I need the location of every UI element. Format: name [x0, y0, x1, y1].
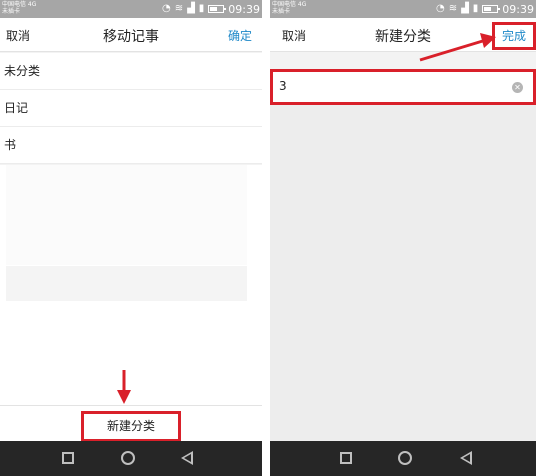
back-icon[interactable] — [181, 451, 193, 465]
signal-icon: ▟ — [187, 3, 195, 14]
bottom-action-bar: 新建分类 — [0, 405, 262, 442]
carrier-line-2: 未插卡 — [272, 8, 291, 15]
blank-area — [6, 165, 247, 265]
notification-icon: ◔ — [161, 3, 171, 14]
status-bar: 中国电信 4G 未插卡 ◔ ≋ ▟ ▮ 09:39 — [270, 0, 536, 18]
category-item-book[interactable]: 书 — [0, 127, 262, 164]
sim-icon: ▮ — [472, 3, 479, 14]
home-icon[interactable] — [398, 451, 412, 465]
header-bar: 取消 移动记事 确定 — [0, 18, 262, 52]
navigation-bar — [0, 441, 262, 476]
confirm-button[interactable]: 确定 — [228, 27, 252, 44]
carrier-line-1: 中国电信 4G — [2, 1, 37, 8]
category-item-uncategorized[interactable]: 未分类 — [0, 53, 262, 90]
back-icon[interactable] — [460, 451, 472, 465]
page-title: 移动记事 — [103, 29, 159, 45]
status-icons: ◔ ≋ ▟ ▮ 09:39 — [162, 2, 260, 16]
status-bar: 中国电信 4G 未插卡 ◔ ≋ ▟ ▮ 09:39 — [0, 0, 262, 18]
battery-icon — [208, 5, 227, 13]
notification-icon: ◔ — [435, 3, 445, 14]
category-name-input[interactable]: 3 ✕ — [270, 69, 536, 105]
right-phone-screen: 中国电信 4G 未插卡 ◔ ≋ ▟ ▮ 09:39 取消 新建分类 完成 3 ✕ — [270, 0, 536, 476]
category-item-diary[interactable]: 日记 — [0, 90, 262, 127]
recent-apps-icon[interactable] — [340, 452, 352, 464]
cancel-button[interactable]: 取消 — [282, 27, 306, 44]
status-time: 09:39 — [502, 2, 534, 16]
content-area — [270, 105, 536, 441]
carrier-info: 中国电信 4G 未插卡 — [2, 1, 36, 15]
cancel-button[interactable]: 取消 — [6, 27, 30, 44]
carrier-info: 中国电信 4G 未插卡 — [272, 1, 306, 15]
category-list: 未分类 日记 书 — [0, 53, 262, 164]
carrier-line-1: 中国电信 4G — [272, 1, 307, 8]
wifi-icon: ≋ — [174, 3, 184, 14]
new-category-button[interactable]: 新建分类 — [81, 411, 181, 442]
wifi-icon: ≋ — [448, 3, 458, 14]
left-phone-screen: 中国电信 4G 未插卡 ◔ ≋ ▟ ▮ 09:39 取消 移动记事 确定 未分类… — [0, 0, 262, 476]
blank-row — [6, 266, 247, 301]
status-icons: ◔ ≋ ▟ ▮ 09:39 — [436, 2, 534, 16]
category-name-value: 3 — [279, 79, 287, 93]
navigation-bar — [270, 441, 536, 476]
carrier-line-2: 未插卡 — [2, 8, 21, 15]
status-time: 09:39 — [228, 2, 260, 16]
done-button-highlight — [492, 22, 536, 50]
category-list-empty-area — [0, 165, 262, 405]
battery-icon — [482, 5, 501, 13]
sim-icon: ▮ — [198, 3, 205, 14]
home-icon[interactable] — [121, 451, 135, 465]
signal-icon: ▟ — [461, 3, 469, 14]
clear-icon[interactable]: ✕ — [512, 82, 523, 93]
recent-apps-icon[interactable] — [62, 452, 74, 464]
